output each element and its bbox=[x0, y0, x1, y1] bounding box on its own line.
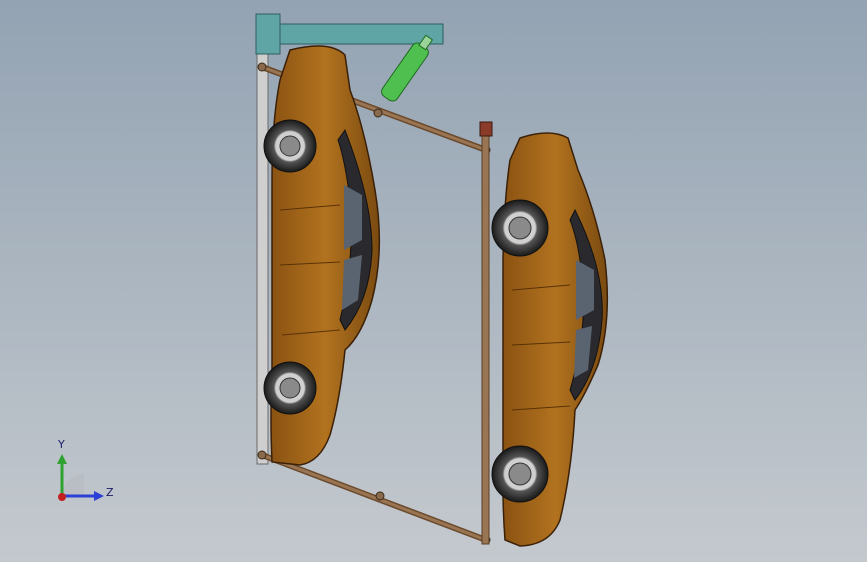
x-axis-dot bbox=[58, 493, 66, 501]
coordinate-triad: Y Z bbox=[40, 436, 130, 516]
y-axis-label: Y bbox=[58, 438, 65, 451]
car-left bbox=[263, 45, 381, 466]
cad-viewport[interactable]: Y Z bbox=[0, 0, 867, 562]
car-right bbox=[491, 132, 609, 547]
z-axis-label: Z bbox=[106, 486, 114, 499]
right-link bbox=[479, 121, 493, 545]
axis-arrows bbox=[57, 454, 104, 501]
top-beam bbox=[279, 23, 444, 45]
lift-assembly-model[interactable] bbox=[0, 0, 867, 562]
